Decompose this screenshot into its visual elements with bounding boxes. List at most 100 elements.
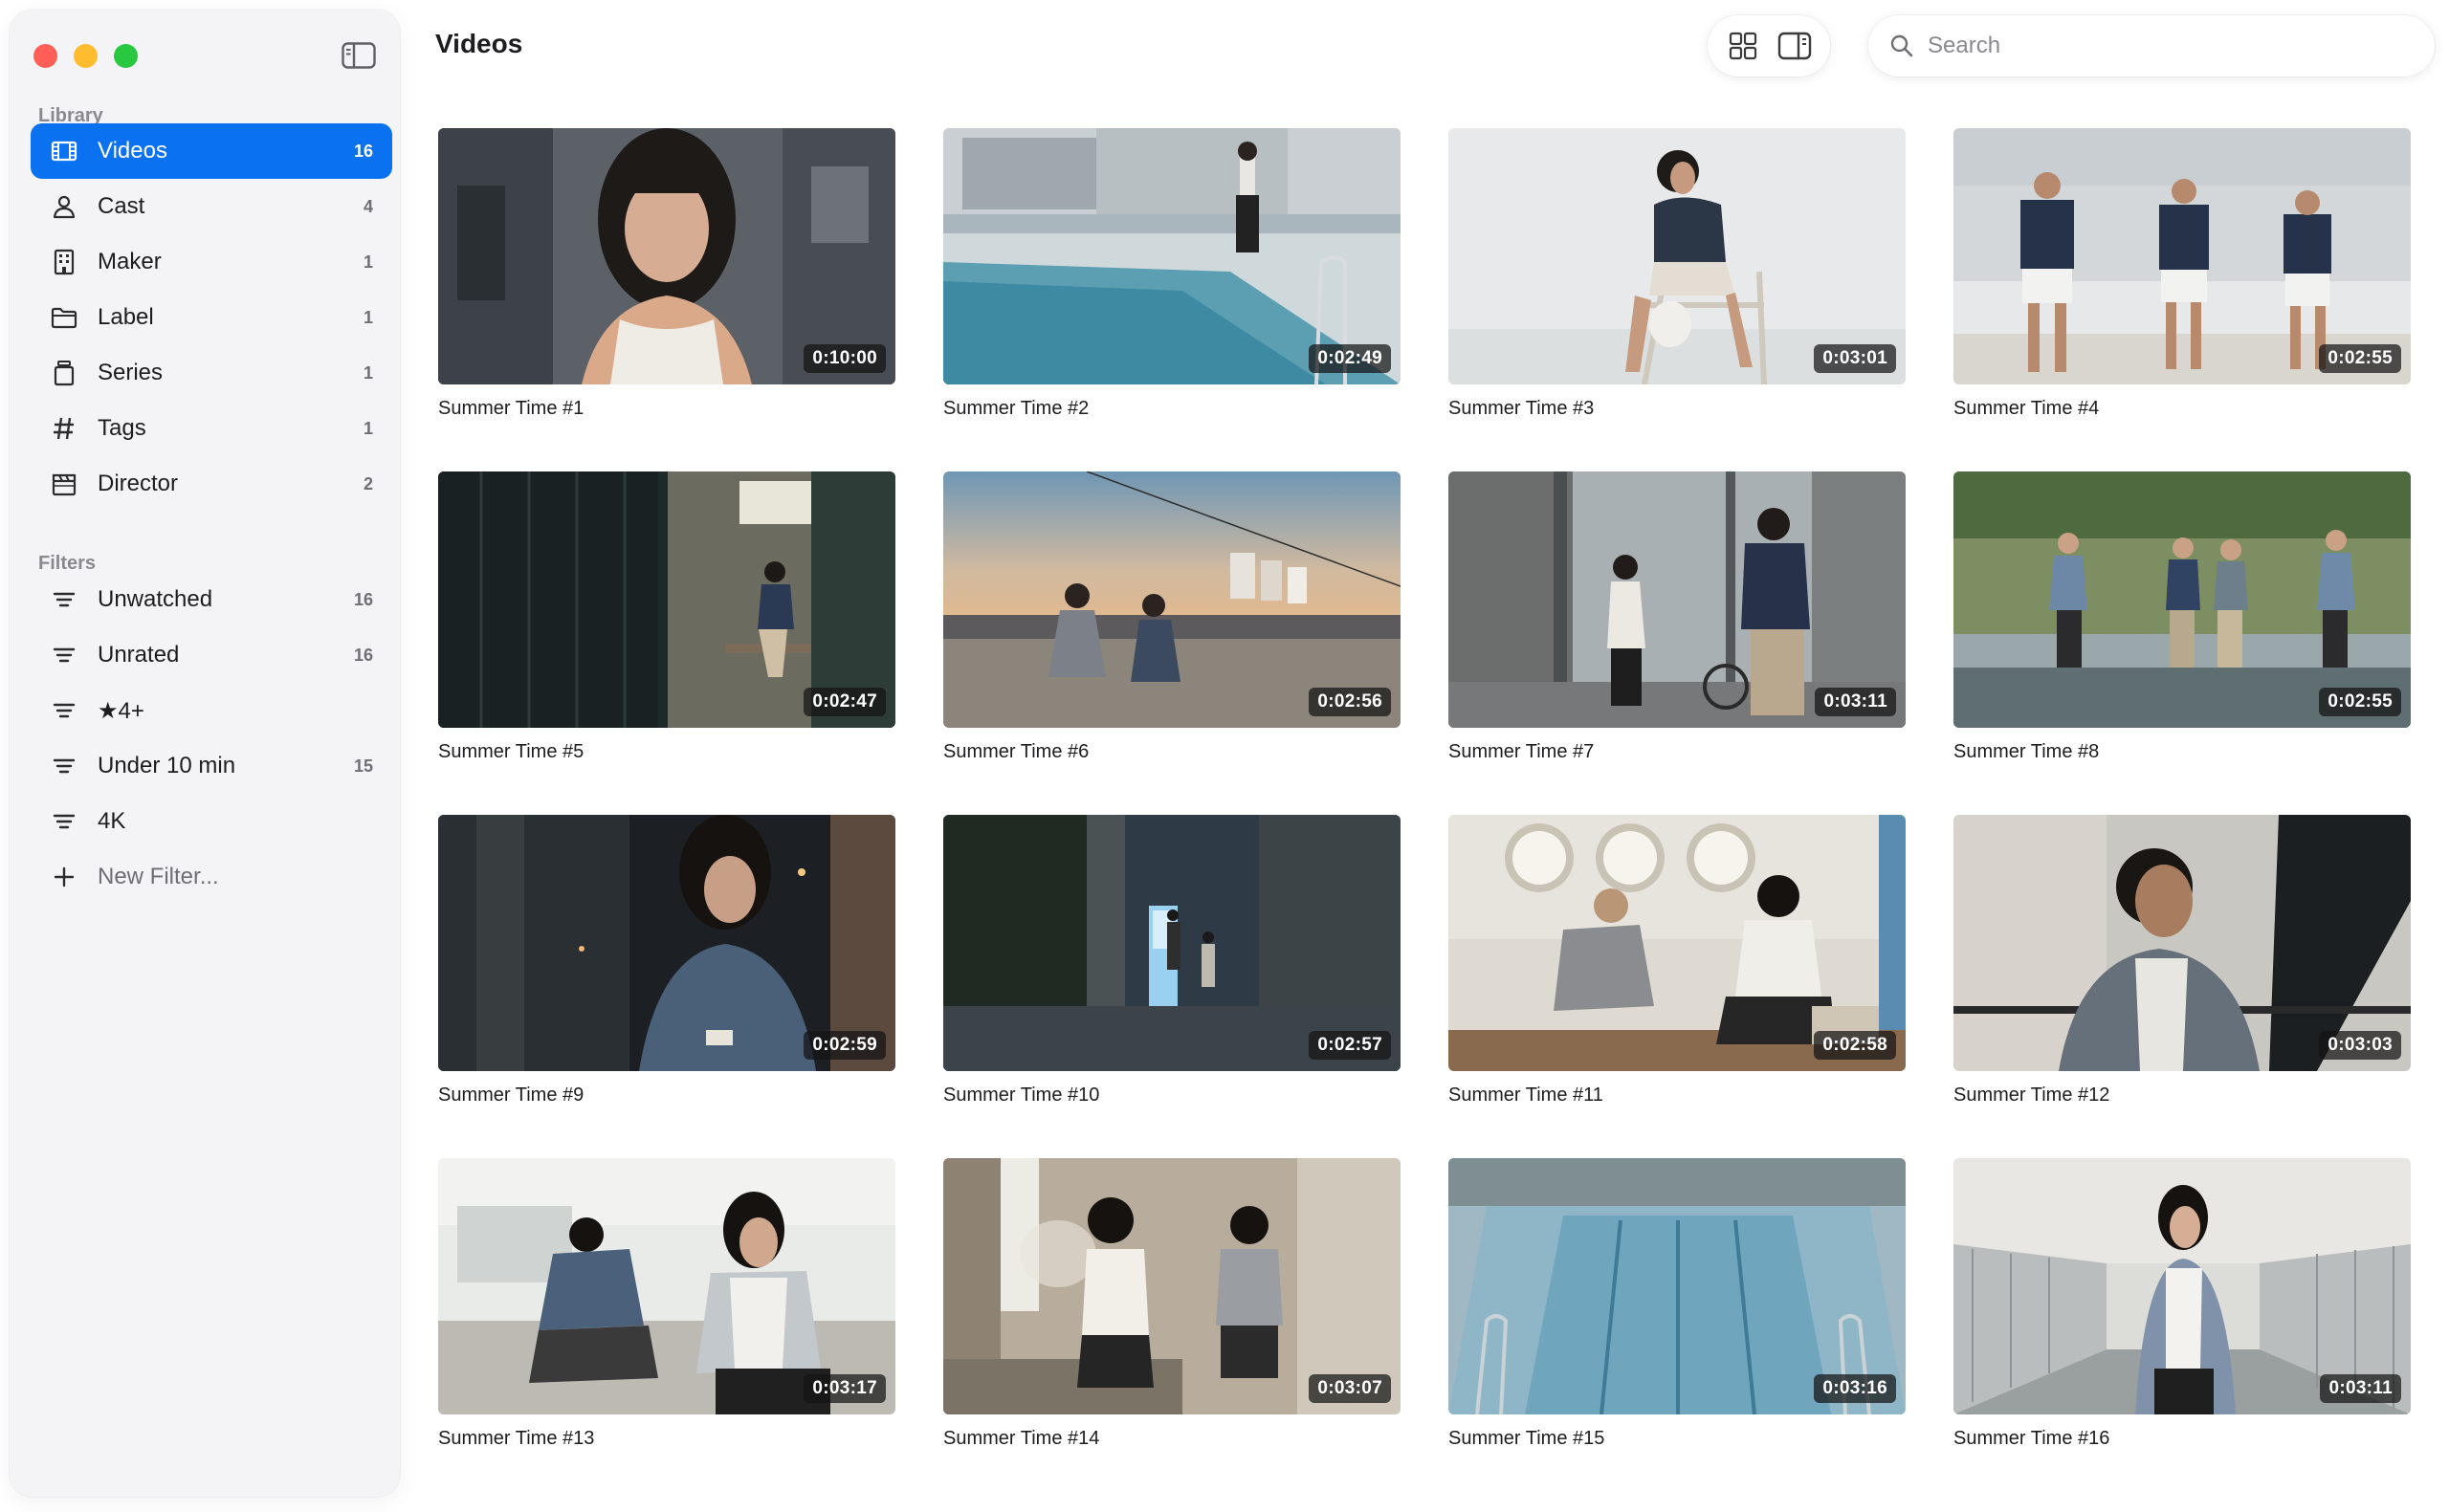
library-nav: Videos 16 Cast 4 Maker 1 Label 1 Series … — [31, 123, 392, 512]
sidebar-item-count: 4 — [363, 196, 373, 216]
sidebar-item-maker[interactable]: Maker 1 — [31, 234, 392, 290]
video-card[interactable]: 0:03:01 Summer Time #3 — [1448, 128, 1906, 420]
filter-item-label: Under 10 min — [98, 753, 236, 778]
video-duration: 0:03:03 — [2319, 1031, 2401, 1060]
video-card[interactable]: 0:02:59 Summer Time #9 — [438, 815, 895, 1107]
video-title: Summer Time #13 — [438, 1428, 595, 1449]
video-card[interactable]: 0:03:03 Summer Time #12 — [1953, 815, 2411, 1107]
video-duration: 0:03:16 — [1814, 1374, 1896, 1403]
video-grid: 0:10:00 Summer Time #1 0:02:49 Summer Ti… — [438, 128, 2411, 1450]
building-icon — [50, 248, 78, 276]
filter-item-label: 4K — [98, 808, 126, 834]
video-card[interactable]: 0:03:11 Summer Time #7 — [1448, 471, 1906, 763]
video-card[interactable]: 0:02:55 Summer Time #4 — [1953, 128, 2411, 420]
filter-item-four-stars[interactable]: ★4+ — [31, 683, 392, 738]
video-card[interactable]: 0:03:17 Summer Time #13 — [438, 1158, 895, 1450]
video-thumbnail[interactable]: 0:10:00 — [438, 128, 895, 384]
video-title: Summer Time #10 — [943, 1085, 1100, 1106]
video-duration: 0:02:56 — [1309, 688, 1391, 716]
video-thumbnail[interactable]: 0:02:55 — [1953, 471, 2411, 728]
sidebar-item-cast[interactable]: Cast 4 — [31, 179, 392, 234]
grid-view-icon — [1729, 32, 1757, 60]
video-thumbnail[interactable]: 0:02:49 — [943, 128, 1401, 384]
video-thumbnail[interactable]: 0:02:47 — [438, 471, 895, 728]
sidebar-item-series[interactable]: Series 1 — [31, 345, 392, 401]
sidebar-item-label: Label — [98, 304, 154, 330]
filter-item-count: 16 — [353, 645, 373, 665]
filter-item-label: ★4+ — [98, 697, 144, 724]
filter-item-label: Unrated — [98, 642, 180, 668]
close-window-button[interactable] — [33, 44, 57, 68]
sidebar-item-label-category[interactable]: Label 1 — [31, 290, 392, 345]
video-duration: 0:03:11 — [2320, 1374, 2401, 1403]
filter-icon — [50, 752, 78, 780]
video-thumbnail[interactable]: 0:03:17 — [438, 1158, 895, 1414]
video-card[interactable]: 0:02:58 Summer Time #11 — [1448, 815, 1906, 1107]
grid-view-button[interactable] — [1722, 25, 1764, 67]
video-thumbnail[interactable]: 0:02:57 — [943, 815, 1401, 1071]
video-card[interactable]: 0:02:56 Summer Time #6 — [943, 471, 1401, 763]
film-icon — [50, 137, 78, 165]
filter-item-unrated[interactable]: Unrated 16 — [31, 627, 392, 683]
video-card[interactable]: 0:03:16 Summer Time #15 — [1448, 1158, 1906, 1450]
sidebar-toggle-button[interactable] — [340, 40, 378, 71]
video-thumbnail[interactable]: 0:02:59 — [438, 815, 895, 1071]
sidebar-item-director[interactable]: Director 2 — [31, 456, 392, 512]
minimize-window-button[interactable] — [74, 44, 98, 68]
sidebar-item-count: 16 — [353, 141, 373, 161]
maximize-window-button[interactable] — [114, 44, 138, 68]
video-card[interactable]: 0:02:49 Summer Time #2 — [943, 128, 1401, 420]
video-title: Summer Time #16 — [1953, 1428, 2110, 1449]
folder-icon — [50, 303, 78, 332]
video-card[interactable]: 0:03:11 Summer Time #16 — [1953, 1158, 2411, 1450]
video-card[interactable]: 0:02:47 Summer Time #5 — [438, 471, 895, 763]
filter-item-unwatched[interactable]: Unwatched 16 — [31, 572, 392, 627]
video-title: Summer Time #5 — [438, 741, 585, 762]
video-card[interactable]: 0:10:00 Summer Time #1 — [438, 128, 895, 420]
video-card[interactable]: 0:02:57 Summer Time #10 — [943, 815, 1401, 1107]
sidebar-item-label: Series — [98, 360, 164, 385]
filter-item-under-10-min[interactable]: Under 10 min 15 — [31, 738, 392, 794]
search-icon — [1890, 34, 1913, 57]
sidebar-item-videos[interactable]: Videos 16 — [31, 123, 392, 179]
video-title: Summer Time #15 — [1448, 1428, 1605, 1449]
video-thumbnail[interactable]: 0:03:07 — [943, 1158, 1401, 1414]
filters-nav: Unwatched 16 Unrated 16 ★4+ Under 10 min… — [31, 572, 392, 905]
video-card[interactable]: 0:02:55 Summer Time #8 — [1953, 471, 2411, 763]
video-title: Summer Time #12 — [1953, 1085, 2110, 1106]
new-filter-button[interactable]: New Filter... — [31, 849, 392, 905]
video-title: Summer Time #1 — [438, 398, 585, 419]
video-thumbnail[interactable]: 0:02:58 — [1448, 815, 1906, 1071]
inspector-panel-icon — [1777, 32, 1812, 60]
video-title: Summer Time #6 — [943, 741, 1090, 762]
person-icon — [50, 192, 78, 221]
video-card[interactable]: 0:03:07 Summer Time #14 — [943, 1158, 1401, 1450]
filter-icon — [50, 641, 78, 669]
video-thumbnail[interactable]: 0:03:11 — [1448, 471, 1906, 728]
search-bar[interactable] — [1868, 15, 2435, 77]
filter-item-label: New Filter... — [98, 864, 219, 889]
video-thumbnail[interactable]: 0:03:16 — [1448, 1158, 1906, 1414]
video-duration: 0:02:59 — [804, 1031, 886, 1060]
sidebar-item-tags[interactable]: Tags 1 — [31, 401, 392, 456]
video-thumbnail[interactable]: 0:02:55 — [1953, 128, 2411, 384]
video-title: Summer Time #14 — [943, 1428, 1100, 1449]
search-input[interactable] — [1928, 33, 2387, 59]
inspector-toggle-button[interactable] — [1774, 25, 1816, 67]
video-duration: 0:02:47 — [804, 688, 886, 716]
sidebar-item-count: 1 — [363, 252, 373, 272]
page-title: Videos — [435, 29, 523, 58]
jar-icon — [50, 359, 78, 387]
filter-item-4k[interactable]: 4K — [31, 794, 392, 849]
sidebar-item-count: 1 — [363, 307, 373, 327]
sidebar-item-label: Videos — [98, 138, 167, 164]
video-thumbnail[interactable]: 0:03:11 — [1953, 1158, 2411, 1414]
video-thumbnail[interactable]: 0:03:01 — [1448, 128, 1906, 384]
video-duration: 0:02:57 — [1309, 1031, 1391, 1060]
filter-icon — [50, 807, 78, 836]
video-thumbnail[interactable]: 0:03:03 — [1953, 815, 2411, 1071]
view-mode-toolbar — [1708, 15, 1830, 77]
video-duration: 0:03:01 — [1814, 344, 1896, 373]
video-thumbnail[interactable]: 0:02:56 — [943, 471, 1401, 728]
sidebar-item-count: 1 — [363, 418, 373, 438]
